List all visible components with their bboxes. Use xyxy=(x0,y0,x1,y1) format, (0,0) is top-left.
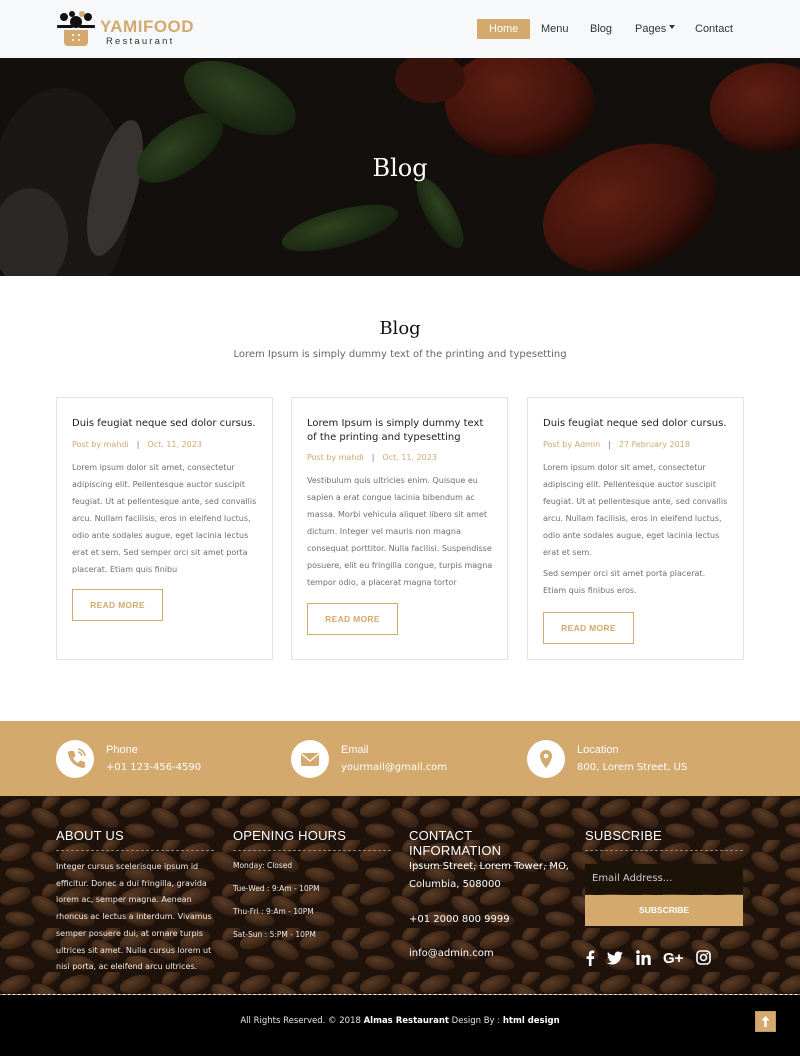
footer-heading: OPENING HOURS xyxy=(233,828,391,851)
post-date: 27 February 2018 xyxy=(618,440,690,449)
footer-contact-info: CONTACT INFORMATION Ipsum Street, Lorem … xyxy=(409,828,569,959)
chef-logo-icon xyxy=(57,11,95,46)
hero-banner: Blog xyxy=(0,58,800,276)
nav-menu-link[interactable]: Menu xyxy=(541,19,569,39)
contact-label: Location xyxy=(577,744,619,756)
post-author: Post by Admin xyxy=(543,440,601,449)
post-excerpt-continued: Sed semper orci sit amet porta placerat.… xyxy=(543,569,706,595)
back-to-top-button[interactable] xyxy=(755,1011,776,1032)
footer-bottom: All Rights Reserved. © 2018 Almas Restau… xyxy=(0,995,800,1056)
google-plus-icon[interactable]: G+ xyxy=(663,950,683,968)
hero-title: Blog xyxy=(372,154,428,182)
contact-email-address[interactable]: info@admin.com xyxy=(409,945,569,963)
contact-value: 800, Lorem Street, US xyxy=(577,762,688,773)
map-pin-icon xyxy=(527,740,565,778)
contact-value: yourmail@gmail.com xyxy=(341,762,448,773)
blog-card: Duis feugiat neque sed dolor cursus. Pos… xyxy=(56,397,273,660)
post-date: Oct. 11, 2023 xyxy=(147,440,202,449)
copyright: All Rights Reserved. © 2018 Almas Restau… xyxy=(0,1016,800,1026)
blog-card: Lorem Ipsum is simply dummy text of the … xyxy=(291,397,508,660)
designer-link[interactable]: html design xyxy=(503,1016,560,1026)
hours-line: Sat-Sun : 5:PM - 10PM xyxy=(233,930,316,939)
post-author: Post by mahdi xyxy=(72,440,129,449)
logo-text: YAMIFOOD xyxy=(100,17,195,36)
footer-subscribe: SUBSCRIBE Email Address... SUBSCRIBE G+ xyxy=(585,828,743,967)
footer-heading: ABOUT US xyxy=(56,828,214,851)
contact-email: Email yourmail@gmail.com xyxy=(291,740,511,778)
post-meta: Post by mahdi | Oct. 11, 2023 xyxy=(307,453,437,462)
facebook-icon[interactable] xyxy=(585,950,595,968)
contact-label: Phone xyxy=(106,744,138,756)
post-title[interactable]: Duis feugiat neque sed dolor cursus. xyxy=(72,417,260,431)
arrow-up-icon xyxy=(761,1016,770,1027)
read-more-button[interactable]: READ MORE xyxy=(307,603,398,635)
hours-line: Thu-Fri : 9:Am - 10PM xyxy=(233,907,314,916)
blog-card: Duis feugiat neque sed dolor cursus. Pos… xyxy=(527,397,744,660)
nav-pages-label: Pages xyxy=(635,23,667,35)
top-navbar: YAMIFOOD Restaurant Home Menu Blog Pages… xyxy=(0,0,800,58)
post-author: Post by mahdi xyxy=(307,453,364,462)
contact-address: Ipsum Street, Lorem Tower, MO, Columbia,… xyxy=(409,861,569,890)
post-excerpt: Lorem ipsum dolor sit amet, consectetur … xyxy=(72,463,257,574)
footer-hours: OPENING HOURS Monday: Closed Tue-Wed : 9… xyxy=(233,828,391,939)
section-title: Blog xyxy=(379,318,421,339)
instagram-icon[interactable] xyxy=(696,950,711,968)
contact-location: Location 800, Lorem Street, US xyxy=(527,740,747,778)
hours-line: Tue-Wed : 9:Am - 10PM xyxy=(233,884,320,893)
hours-line: Monday: Closed xyxy=(233,861,293,870)
section-subtitle: Lorem Ipsum is simply dummy text of the … xyxy=(233,349,567,360)
linkedin-icon[interactable] xyxy=(636,950,651,968)
email-subscribe-input[interactable]: Email Address... xyxy=(585,864,743,894)
footer: ABOUT US Integer cursus scelerisque ipsu… xyxy=(0,796,800,994)
envelope-icon xyxy=(291,740,329,778)
read-more-button[interactable]: READ MORE xyxy=(72,589,163,621)
design-by-label: Design By : xyxy=(451,1016,501,1026)
nav-home[interactable]: Home xyxy=(477,19,531,39)
phone-icon xyxy=(56,740,94,778)
contact-phone: Phone +01 123-456-4590 xyxy=(56,740,276,778)
footer-about: ABOUT US Integer cursus scelerisque ipsu… xyxy=(56,828,214,971)
read-more-button[interactable]: READ MORE xyxy=(543,612,634,644)
twitter-icon[interactable] xyxy=(606,950,623,968)
post-title[interactable]: Duis feugiat neque sed dolor cursus. xyxy=(543,417,731,431)
contact-value: +01 123-456-4590 xyxy=(106,762,202,773)
post-meta: Post by mahdi | Oct. 11, 2023 xyxy=(72,440,202,449)
logo-subtext: Restaurant xyxy=(106,36,175,47)
post-date: Oct. 11, 2023 xyxy=(382,453,437,462)
caret-down-icon xyxy=(669,25,676,30)
post-excerpt: Lorem ipsum dolor sit amet, consectetur … xyxy=(543,463,728,557)
nav-pages-dropdown[interactable]: Pages xyxy=(635,19,676,39)
post-meta: Post by Admin | 27 February 2018 xyxy=(543,440,690,449)
nav-blog[interactable]: Blog xyxy=(590,19,612,39)
copyright-prefix: All Rights Reserved. © 2018 xyxy=(240,1016,361,1026)
post-excerpt: Vestibulum quis ultricies enim. Quisque … xyxy=(307,476,493,587)
subscribe-button[interactable]: SUBSCRIBE xyxy=(585,895,743,926)
post-title[interactable]: Lorem Ipsum is simply dummy text of the … xyxy=(307,417,495,445)
brand-link[interactable]: Almas Restaurant xyxy=(364,1016,449,1026)
contact-bar: Phone +01 123-456-4590 Email yourmail@gm… xyxy=(0,721,800,796)
contact-phone-number[interactable]: +01 2000 800 9999 xyxy=(409,911,569,929)
logo[interactable]: YAMIFOOD Restaurant xyxy=(56,11,194,49)
contact-label: Email xyxy=(341,744,369,756)
footer-heading: SUBSCRIBE xyxy=(585,828,743,851)
nav-contact[interactable]: Contact xyxy=(695,19,733,39)
about-text: Integer cursus scelerisque ipsum id effi… xyxy=(56,862,212,972)
